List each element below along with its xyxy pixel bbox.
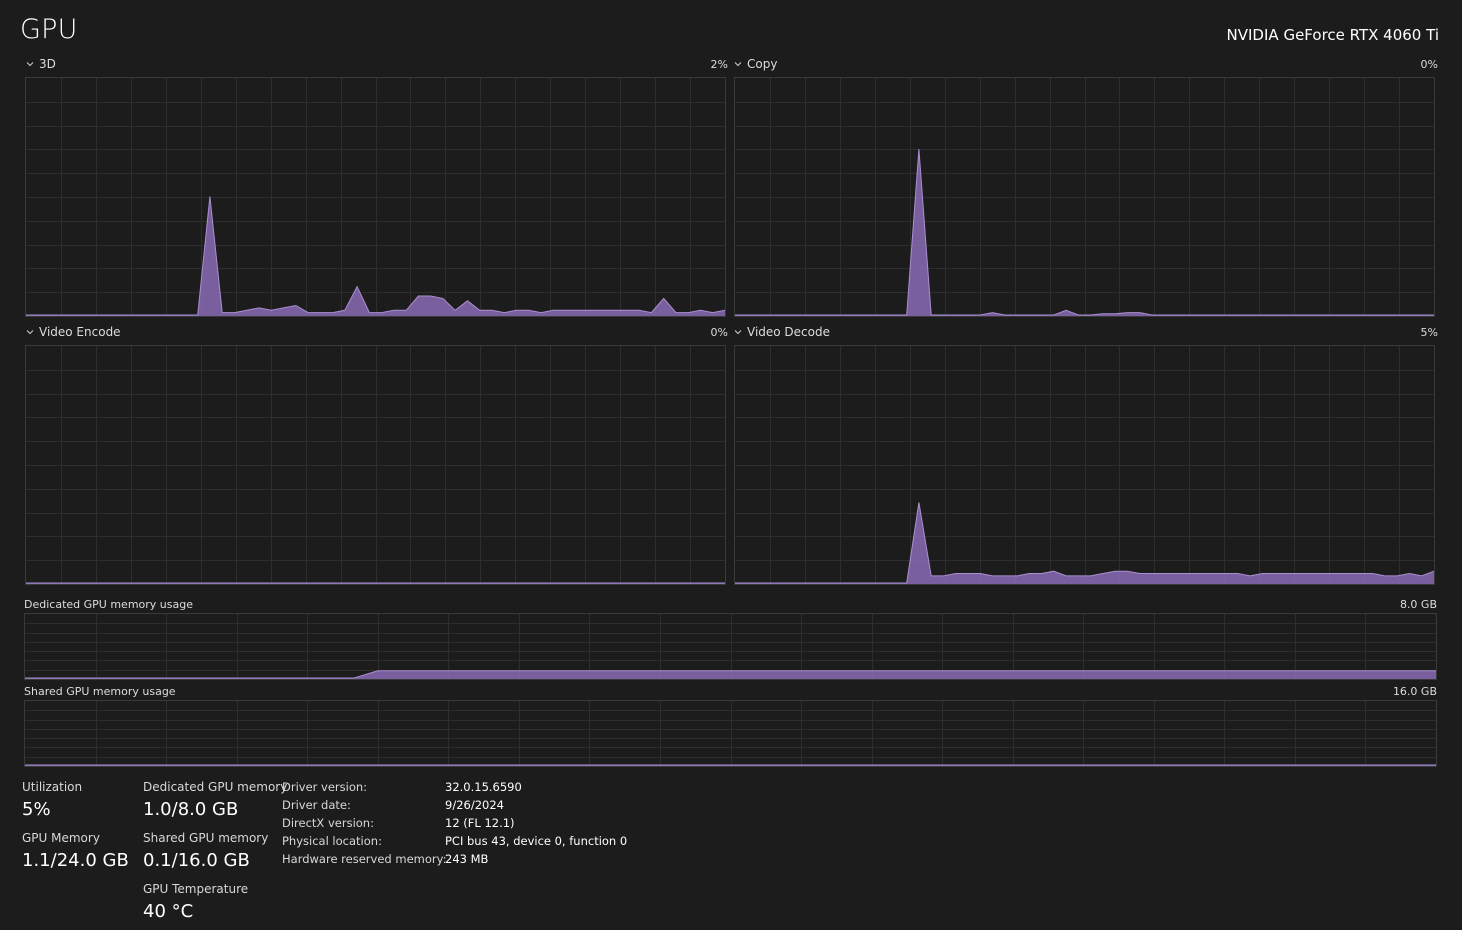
dedicated-gpu-memory-value: 1.0/8.0 GB xyxy=(143,799,239,820)
driver-version-value: 32.0.15.6590 xyxy=(445,780,522,794)
physical-location-label: Physical location: xyxy=(282,834,382,848)
dedicated-memory-label: Dedicated GPU memory usage xyxy=(24,598,193,611)
engine-graph-3d xyxy=(25,77,726,317)
gpu-memory-label: GPU Memory xyxy=(22,831,100,845)
gpu-memory-value: 1.1/24.0 GB xyxy=(22,850,129,871)
shared-gpu-memory-value: 0.1/16.0 GB xyxy=(143,850,250,871)
chevron-down-icon xyxy=(26,62,34,67)
engine-label: Copy xyxy=(747,57,778,71)
engine-graph-video-encode xyxy=(25,345,726,585)
shared-gpu-memory-label: Shared GPU memory xyxy=(143,831,269,845)
engine-label: Video Encode xyxy=(39,325,121,339)
driver-date-value: 9/26/2024 xyxy=(445,798,504,812)
hardware-reserved-memory-value: 243 MB xyxy=(445,852,489,866)
utilization-label: Utilization xyxy=(22,780,83,794)
dedicated-memory-graph xyxy=(24,613,1437,680)
engine-selector-3d[interactable]: 3D xyxy=(26,57,56,71)
engine-label: 3D xyxy=(39,57,56,71)
driver-date-label: Driver date: xyxy=(282,798,351,812)
utilization-value: 5% xyxy=(22,799,51,820)
engine-percent: 0% xyxy=(1420,58,1438,71)
shared-memory-capacity: 16.0 GB xyxy=(1392,685,1437,698)
shared-memory-label: Shared GPU memory usage xyxy=(24,685,176,698)
shared-memory-graph xyxy=(24,700,1437,767)
engine-percent: 5% xyxy=(1420,326,1438,339)
engine-selector-video-encode[interactable]: Video Encode xyxy=(26,325,121,339)
page-title: GPU xyxy=(20,14,78,45)
physical-location-value: PCI bus 43, device 0, function 0 xyxy=(445,834,628,848)
hardware-reserved-memory-label: Hardware reserved memory: xyxy=(282,852,447,866)
gpu-temperature-value: 40 °C xyxy=(143,901,194,922)
chevron-down-icon xyxy=(26,330,34,335)
engine-selector-copy[interactable]: Copy xyxy=(734,57,777,71)
directx-version-label: DirectX version: xyxy=(282,816,374,830)
dedicated-memory-capacity: 8.0 GB xyxy=(1399,598,1437,611)
engine-graph-video-decode xyxy=(734,345,1435,585)
gpu-name: NVIDIA GeForce RTX 4060 Ti xyxy=(1226,26,1439,44)
chevron-down-icon xyxy=(734,330,742,335)
engine-graph-copy xyxy=(734,77,1435,317)
directx-version-value: 12 (FL 12.1) xyxy=(445,816,515,830)
gpu-temperature-label: GPU Temperature xyxy=(143,882,249,896)
driver-version-label: Driver version: xyxy=(282,780,368,794)
engine-percent: 0% xyxy=(710,326,728,339)
engine-percent: 2% xyxy=(710,58,728,71)
dedicated-gpu-memory-label: Dedicated GPU memory xyxy=(143,780,288,794)
chevron-down-icon xyxy=(734,62,742,67)
engine-selector-video-decode[interactable]: Video Decode xyxy=(734,325,830,339)
engine-label: Video Decode xyxy=(747,325,830,339)
